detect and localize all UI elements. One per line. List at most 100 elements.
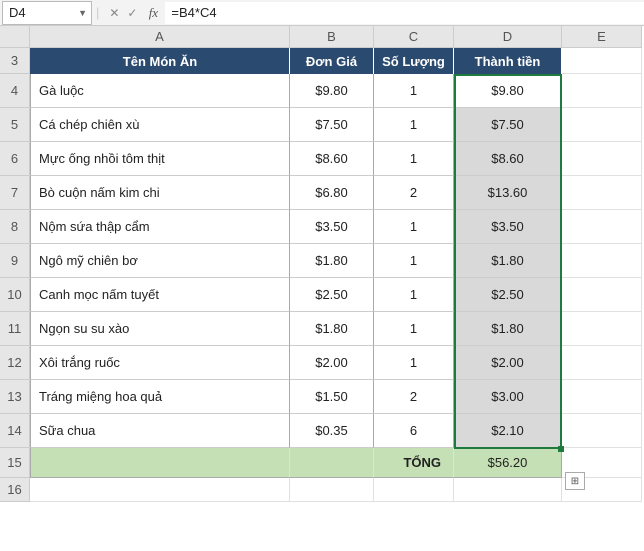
cell-name[interactable]: Ngọn su su xào [30, 312, 290, 346]
cell-qty[interactable]: 6 [374, 414, 454, 448]
cell[interactable] [562, 74, 642, 108]
cell-qty[interactable]: 1 [374, 346, 454, 380]
col-header-c[interactable]: C [374, 26, 454, 48]
table-header-c[interactable]: Số Lượng [374, 48, 454, 74]
cell-total[interactable]: $3.50 [454, 210, 562, 244]
row-header[interactable]: 3 [0, 48, 30, 74]
row-header[interactable]: 6 [0, 142, 30, 176]
fx-icon[interactable]: fx [141, 5, 165, 21]
cell[interactable] [562, 142, 642, 176]
cell[interactable] [454, 478, 562, 502]
row-header[interactable]: 16 [0, 478, 30, 502]
cell-qty[interactable]: 2 [374, 380, 454, 414]
cell[interactable] [562, 414, 642, 448]
cell-qty[interactable]: 1 [374, 142, 454, 176]
cell-name[interactable]: Cá chép chiên xù [30, 108, 290, 142]
table-header-b[interactable]: Đơn Giá [290, 48, 374, 74]
dropdown-icon[interactable]: ▼ [78, 8, 87, 18]
name-box[interactable]: D4 ▼ [2, 1, 92, 25]
row-header[interactable]: 7 [0, 176, 30, 210]
cell-qty[interactable]: 2 [374, 176, 454, 210]
cell[interactable] [562, 312, 642, 346]
cell-total[interactable]: $8.60 [454, 142, 562, 176]
col-header-e[interactable]: E [562, 26, 642, 48]
cell[interactable] [290, 478, 374, 502]
worksheet[interactable]: A B C D E 3 Tên Món Ăn Đơn Giá Số Lượng … [0, 26, 644, 502]
table-header-d[interactable]: Thành tiền [454, 48, 562, 74]
cell-qty[interactable]: 1 [374, 108, 454, 142]
fill-handle[interactable] [558, 446, 564, 452]
row-header[interactable]: 9 [0, 244, 30, 278]
cell-total[interactable]: $2.50 [454, 278, 562, 312]
row-header[interactable]: 4 [0, 74, 30, 108]
cell-price[interactable]: $8.60 [290, 142, 374, 176]
col-header-b[interactable]: B [290, 26, 374, 48]
cell-total[interactable]: $7.50 [454, 108, 562, 142]
formula-input[interactable]: =B4*C4 [165, 2, 644, 24]
cell[interactable] [562, 380, 642, 414]
col-header-d[interactable]: D [454, 26, 562, 48]
cell-total[interactable]: $1.80 [454, 312, 562, 346]
total-value[interactable]: $56.20 [454, 448, 562, 478]
cell-name[interactable]: Canh mọc nấm tuyết [30, 278, 290, 312]
total-row-cell[interactable] [30, 448, 290, 478]
confirm-icon[interactable]: ✓ [123, 6, 141, 20]
cell[interactable] [562, 278, 642, 312]
cell[interactable] [562, 346, 642, 380]
cell-name[interactable]: Tráng miệng hoa quả [30, 380, 290, 414]
total-label[interactable]: TỔNG [374, 448, 454, 478]
cell-qty[interactable]: 1 [374, 312, 454, 346]
cell-total[interactable]: $2.10 [454, 414, 562, 448]
cell[interactable] [562, 176, 642, 210]
cell-name[interactable]: Nộm sứa thập cẩm [30, 210, 290, 244]
formula-bar: D4 ▼ | ✕ ✓ fx =B4*C4 [0, 0, 644, 26]
cell-price[interactable]: $1.80 [290, 312, 374, 346]
row-header[interactable]: 14 [0, 414, 30, 448]
cell-price[interactable]: $0.35 [290, 414, 374, 448]
cell-price[interactable]: $7.50 [290, 108, 374, 142]
cell-total[interactable]: $1.80 [454, 244, 562, 278]
separator: | [96, 5, 99, 20]
row-header[interactable]: 8 [0, 210, 30, 244]
cancel-icon[interactable]: ✕ [105, 6, 123, 20]
cell[interactable] [562, 48, 642, 74]
row-header[interactable]: 5 [0, 108, 30, 142]
select-all-corner[interactable] [0, 26, 30, 48]
cell-price[interactable]: $6.80 [290, 176, 374, 210]
cell-price[interactable]: $2.50 [290, 278, 374, 312]
cell-name[interactable]: Ngô mỹ chiên bơ [30, 244, 290, 278]
formula-text: =B4*C4 [171, 5, 216, 20]
cell-name[interactable]: Sữa chua [30, 414, 290, 448]
cell-total[interactable]: $9.80 [454, 74, 562, 108]
cell-price[interactable]: $2.00 [290, 346, 374, 380]
cell-name[interactable]: Mực ống nhồi tôm thịt [30, 142, 290, 176]
cell[interactable] [374, 478, 454, 502]
cell[interactable] [30, 478, 290, 502]
cell-total[interactable]: $2.00 [454, 346, 562, 380]
cell-price[interactable]: $1.80 [290, 244, 374, 278]
cell-price[interactable]: $9.80 [290, 74, 374, 108]
cell-total[interactable]: $3.00 [454, 380, 562, 414]
cell-qty[interactable]: 1 [374, 210, 454, 244]
cell-price[interactable]: $1.50 [290, 380, 374, 414]
autofill-options-icon[interactable]: ⊞ [565, 472, 585, 490]
cell[interactable] [562, 108, 642, 142]
cell-qty[interactable]: 1 [374, 244, 454, 278]
row-header[interactable]: 10 [0, 278, 30, 312]
cell-total[interactable]: $13.60 [454, 176, 562, 210]
cell-name[interactable]: Bò cuộn nấm kim chi [30, 176, 290, 210]
row-header[interactable]: 13 [0, 380, 30, 414]
row-header[interactable]: 12 [0, 346, 30, 380]
row-header[interactable]: 11 [0, 312, 30, 346]
row-header[interactable]: 15 [0, 448, 30, 478]
cell-qty[interactable]: 1 [374, 74, 454, 108]
cell-price[interactable]: $3.50 [290, 210, 374, 244]
col-header-a[interactable]: A [30, 26, 290, 48]
cell-qty[interactable]: 1 [374, 278, 454, 312]
total-row-cell[interactable] [290, 448, 374, 478]
cell[interactable] [562, 210, 642, 244]
cell-name[interactable]: Xôi trắng ruốc [30, 346, 290, 380]
cell-name[interactable]: Gà luộc [30, 74, 290, 108]
table-header-a[interactable]: Tên Món Ăn [30, 48, 290, 74]
cell[interactable] [562, 244, 642, 278]
